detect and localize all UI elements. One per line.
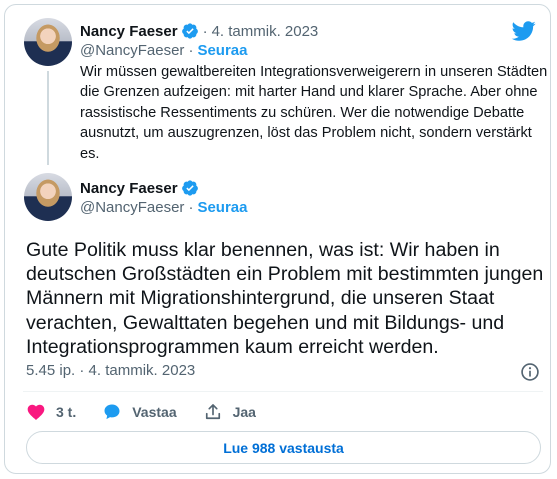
verified-badge-icon: [181, 23, 198, 39]
verified-badge-icon: [181, 180, 198, 196]
heart-icon: [27, 404, 45, 420]
twitter-bird-icon[interactable]: [510, 19, 538, 43]
author-display-name[interactable]: Nancy Faeser: [80, 180, 178, 197]
quoted-tweet-text: Wir müssen gewaltbereiten Integrationsve…: [80, 64, 548, 162]
like-count: 3 t.: [56, 404, 77, 420]
avatar[interactable]: [24, 173, 72, 221]
author-display-name[interactable]: Nancy Faeser: [80, 23, 178, 40]
tweet-timestamp[interactable]: 5.45 ip. · 4. tammik. 2023: [26, 362, 195, 379]
main-tweet-author-row: Nancy Faeser: [80, 179, 199, 197]
follow-button[interactable]: Seuraa: [197, 199, 247, 216]
divider: [23, 391, 543, 392]
thread-connector-line: [47, 71, 49, 165]
speech-bubble-icon: [104, 404, 120, 420]
like-button[interactable]: 3 t.: [26, 402, 76, 422]
follow-button[interactable]: Seuraa: [197, 42, 247, 59]
quoted-tweet-handle-row: @NancyFaeser · Seuraa: [80, 42, 247, 59]
tweet-embed-card: Nancy Faeser · 4. tammik. 2023 @NancyFae…: [4, 4, 551, 474]
info-icon[interactable]: [520, 362, 540, 382]
read-replies-button[interactable]: Lue 988 vastausta: [26, 431, 541, 464]
share-button[interactable]: Jaa: [203, 402, 256, 422]
reply-label: Vastaa: [132, 404, 177, 420]
separator: ·: [188, 42, 194, 59]
main-tweet-handle-row: @NancyFaeser · Seuraa: [80, 199, 247, 216]
reply-action-button[interactable]: Vastaa: [102, 402, 177, 422]
avatar[interactable]: [24, 18, 72, 66]
quoted-tweet-date[interactable]: 4. tammik. 2023: [212, 23, 319, 40]
main-tweet-text: Gute Politik muss klar benennen, was ist…: [26, 239, 544, 358]
author-handle[interactable]: @NancyFaeser: [80, 42, 184, 59]
share-icon: [205, 404, 220, 420]
author-handle[interactable]: @NancyFaeser: [80, 199, 184, 216]
share-label: Jaa: [232, 404, 256, 420]
quoted-tweet-author-row: Nancy Faeser · 4. tammik. 2023: [80, 22, 318, 40]
tweet-actions: 3 t. Vastaa Jaa: [26, 402, 282, 422]
separator: ·: [188, 199, 194, 216]
separator: ·: [202, 22, 208, 40]
